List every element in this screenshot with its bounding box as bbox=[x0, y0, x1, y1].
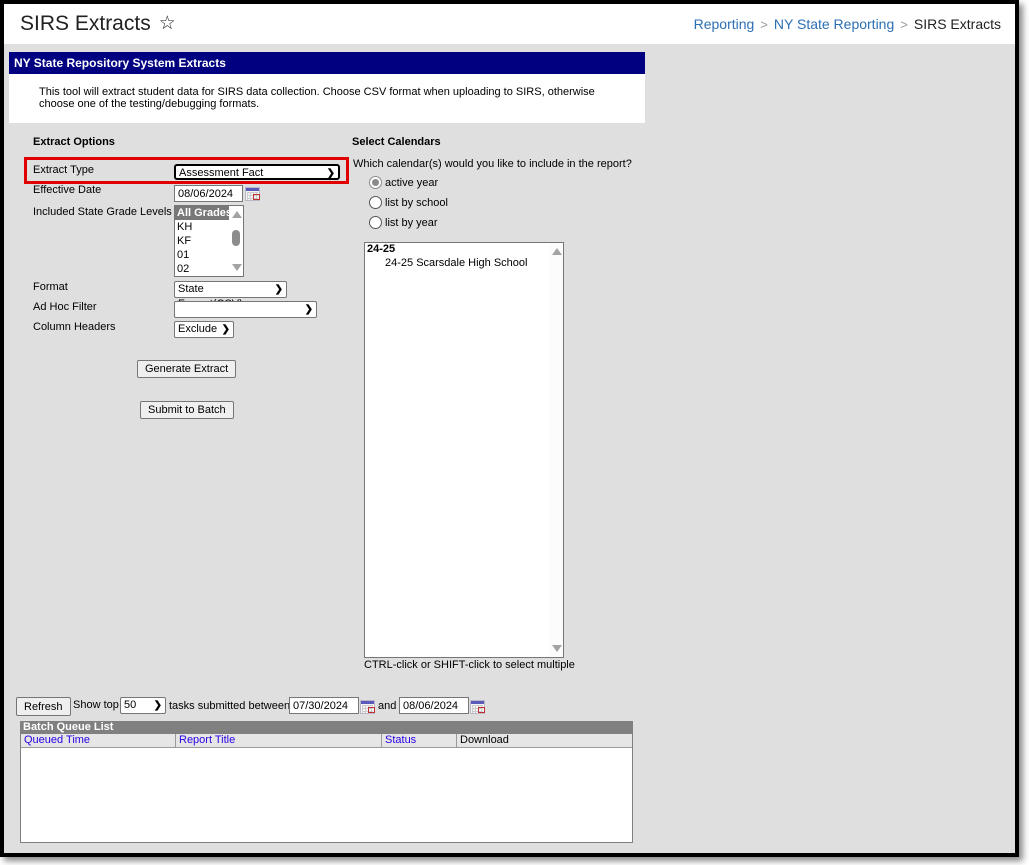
show-top-select[interactable]: 50 ❯ bbox=[120, 697, 166, 714]
show-top-label: Show top bbox=[73, 699, 119, 711]
ad-hoc-filter-label: Ad Hoc Filter bbox=[33, 301, 97, 313]
radio-list-by-school[interactable]: list by school bbox=[369, 196, 448, 209]
radio-label: list by year bbox=[385, 216, 438, 229]
column-headers-select[interactable]: Exclude ❯ bbox=[174, 321, 234, 338]
effective-date-label: Effective Date bbox=[33, 184, 102, 196]
generate-extract-button[interactable]: Generate Extract bbox=[137, 360, 237, 378]
extract-type-select[interactable]: Assessment Fact ❯ bbox=[174, 164, 340, 180]
extract-type-label: Extract Type bbox=[33, 164, 94, 176]
column-headers-label: Column Headers bbox=[33, 321, 116, 333]
chevron-right-icon: > bbox=[900, 17, 908, 32]
calendar-group-label: 24-25 bbox=[367, 243, 396, 255]
column-headers-value: Exclude bbox=[178, 323, 218, 335]
column-header-status[interactable]: Status bbox=[382, 734, 457, 747]
grade-levels-listbox[interactable]: All Grades KH KF 01 02 bbox=[174, 205, 244, 277]
radio-active-year[interactable]: active year bbox=[369, 176, 438, 189]
chevron-down-icon: ❯ bbox=[221, 324, 230, 335]
breadcrumb: Reporting > NY State Reporting > SIRS Extrac… bbox=[694, 16, 1001, 32]
and-label: and bbox=[378, 700, 397, 712]
column-header-download: Download bbox=[460, 734, 509, 746]
effective-date-input[interactable] bbox=[174, 185, 243, 202]
scroll-thumb[interactable] bbox=[232, 230, 240, 246]
refresh-button[interactable]: Refresh bbox=[16, 697, 71, 716]
column-header-queued-time[interactable]: Queued Time bbox=[21, 734, 176, 747]
column-header-report-title[interactable]: Report Title bbox=[176, 734, 382, 747]
radio-label: list by school bbox=[385, 196, 448, 209]
submit-to-batch-button[interactable]: Submit to Batch bbox=[140, 401, 234, 419]
batch-queue-table: Queued Time Report Title Status Download bbox=[20, 734, 633, 843]
scroll-down-arrow-icon[interactable] bbox=[552, 645, 562, 652]
scroll-up-arrow-icon[interactable] bbox=[232, 211, 242, 218]
batch-queue-columns: Queued Time Report Title Status Download bbox=[21, 734, 632, 748]
batch-queue-title: Batch Queue List bbox=[20, 721, 633, 734]
chevron-down-icon: ❯ bbox=[274, 284, 283, 295]
extract-options-heading: Extract Options bbox=[33, 136, 115, 148]
panel-title: NY State Repository System Extracts bbox=[9, 52, 645, 74]
breadcrumb-reporting[interactable]: Reporting bbox=[694, 16, 755, 32]
app-window: SIRS Extracts ☆ Reporting > NY State Report… bbox=[0, 0, 1019, 857]
scroll-down-arrow-icon[interactable] bbox=[232, 264, 242, 271]
radio-label: active year bbox=[385, 176, 439, 189]
grade-levels-label: Included State Grade Levels bbox=[33, 206, 172, 218]
radio-button[interactable] bbox=[369, 216, 382, 229]
radio-button-checked[interactable] bbox=[369, 176, 382, 189]
calendar-option[interactable]: 24-25 Scarsdale High School bbox=[365, 256, 563, 270]
calendar-icon[interactable] bbox=[360, 700, 375, 714]
format-select[interactable]: State Format(CSV) ❯ bbox=[174, 281, 287, 310]
chevron-right-icon: > bbox=[760, 17, 768, 32]
select-calendars-heading: Select Calendars bbox=[352, 136, 441, 148]
grade-levels-scrollbar[interactable] bbox=[229, 206, 243, 276]
page-title: SIRS Extracts ☆ bbox=[20, 12, 176, 36]
top-bar: SIRS Extracts ☆ Reporting > NY State Report… bbox=[4, 4, 1015, 44]
page-title-text: SIRS Extracts bbox=[20, 12, 151, 35]
show-top-value: 50 bbox=[124, 699, 137, 711]
panel-description: This tool will extract student data for … bbox=[9, 74, 645, 123]
breadcrumb-ny-state-reporting[interactable]: NY State Reporting bbox=[774, 16, 894, 32]
format-label: Format bbox=[33, 281, 68, 293]
chevron-down-icon: ❯ bbox=[326, 168, 335, 179]
ad-hoc-filter-select[interactable]: ❯ bbox=[174, 301, 317, 318]
chevron-down-icon: ❯ bbox=[153, 700, 162, 711]
calendar-question: Which calendar(s) would you like to incl… bbox=[353, 158, 632, 170]
breadcrumb-current: SIRS Extracts bbox=[913, 16, 1001, 32]
star-outline-icon[interactable]: ☆ bbox=[159, 12, 176, 35]
scroll-up-arrow-icon[interactable] bbox=[552, 248, 562, 255]
radio-list-by-year[interactable]: list by year bbox=[369, 216, 438, 229]
calendar-listbox[interactable]: 24-25 24-25 Scarsdale High School bbox=[364, 242, 564, 658]
start-date-input[interactable] bbox=[289, 697, 359, 714]
tasks-between-label: tasks submitted between bbox=[169, 700, 291, 712]
extract-type-value: Assessment Fact bbox=[179, 167, 264, 179]
multi-select-hint: CTRL-click or SHIFT-click to select mult… bbox=[364, 659, 575, 671]
calendar-scrollbar[interactable] bbox=[549, 243, 563, 657]
end-date-input[interactable] bbox=[399, 697, 469, 714]
chevron-down-icon: ❯ bbox=[304, 304, 313, 315]
radio-button[interactable] bbox=[369, 196, 382, 209]
calendar-icon[interactable] bbox=[245, 187, 260, 201]
calendar-icon[interactable] bbox=[470, 700, 485, 714]
